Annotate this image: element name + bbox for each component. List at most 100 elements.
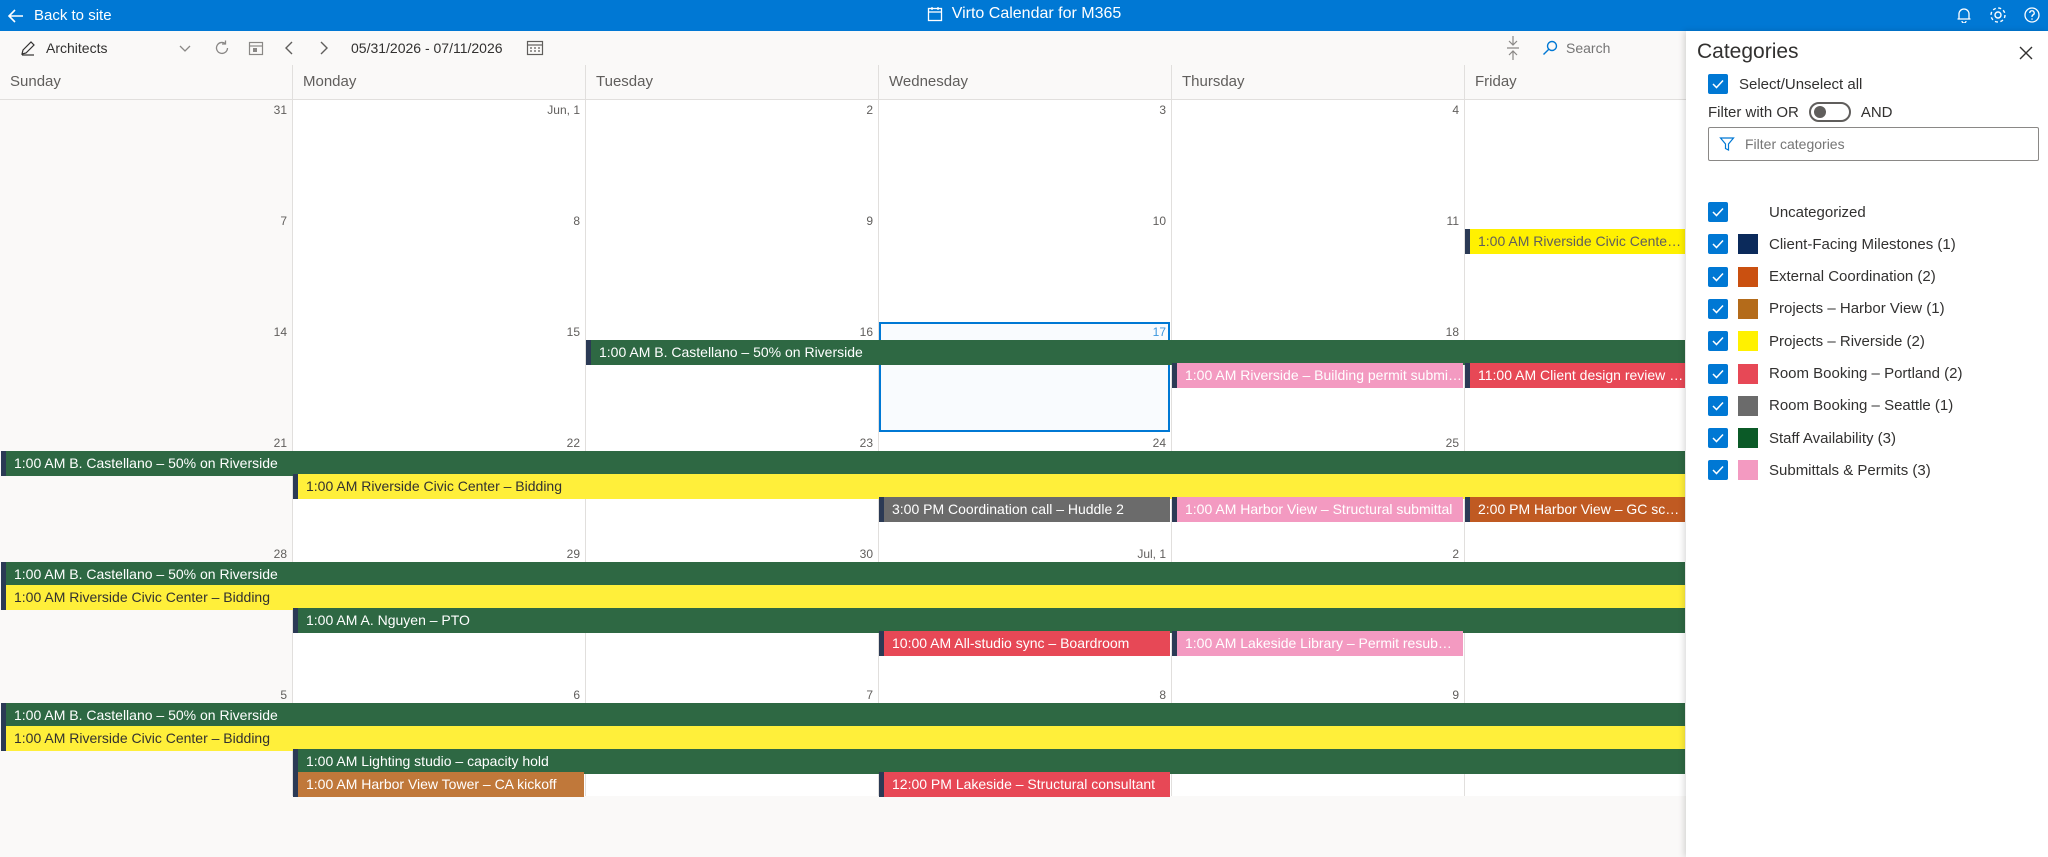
day-cell[interactable] — [1464, 211, 1686, 322]
filter-mode-row: Filter with OR AND — [1708, 102, 1893, 122]
date-picker-icon[interactable] — [526, 31, 544, 65]
select-all-label: Select/Unselect all — [1739, 75, 1863, 93]
day-number: 7 — [280, 214, 287, 228]
day-cell[interactable]: 16 — [585, 322, 878, 433]
search-input[interactable] — [1566, 40, 1686, 56]
day-cell[interactable] — [1464, 100, 1686, 211]
date-range-label: 05/31/2026 - 07/11/2026 — [351, 40, 503, 56]
day-cell[interactable]: 9 — [585, 211, 878, 322]
calendar-event[interactable]: 1:00 AM Lakeside Library – Permit resubm… — [1172, 631, 1463, 656]
panel-title: Categories — [1697, 40, 1799, 63]
category-checkbox[interactable] — [1708, 395, 1728, 416]
calendar-event[interactable]: 1:00 AM Riverside – Building permit subm… — [1172, 363, 1463, 388]
category-checkbox[interactable] — [1708, 202, 1728, 222]
day-number: 7 — [866, 688, 873, 702]
day-number: 16 — [859, 325, 873, 339]
calendar-event[interactable]: 1:00 AM Lighting studio – capacity hold — [293, 749, 1685, 774]
gear-icon[interactable] — [1988, 5, 2008, 25]
category-item[interactable]: Submittals & Permits (3) — [1708, 460, 1931, 481]
select-all-checkbox[interactable] — [1708, 74, 1728, 94]
calendar-event[interactable]: 1:00 AM B. Castellano – 50% on Riverside — [1, 703, 1685, 728]
calendar-event[interactable]: 1:00 AM Harbor View Tower – CA kickoff — [293, 772, 584, 797]
select-all-row[interactable]: Select/Unselect all — [1708, 74, 1862, 94]
refresh-icon[interactable] — [213, 31, 231, 65]
calendar-event[interactable]: 12:00 PM Lakeside – Structural consultan… — [879, 772, 1170, 797]
calendar-event[interactable]: 1:00 AM Riverside Civic Center – Bidding — [1465, 229, 1685, 254]
bell-icon[interactable] — [1954, 5, 1974, 25]
day-number: 11 — [1446, 214, 1459, 228]
category-label: Room Booking – Seattle (1) — [1769, 397, 1954, 415]
category-checkbox[interactable] — [1708, 234, 1728, 255]
collapse-rows-icon[interactable] — [1506, 31, 1520, 65]
day-header-4: Thursday — [1171, 65, 1464, 100]
calendar-event[interactable]: 1:00 AM Riverside Civic Center – Bidding — [293, 474, 1685, 499]
calendar-icon — [927, 7, 942, 22]
week-row: 7 8 9 10 11 — [0, 211, 1686, 322]
day-number: 24 — [1152, 436, 1166, 450]
filter-categories-box[interactable] — [1708, 127, 2039, 161]
day-cell[interactable]: 31 — [0, 100, 292, 211]
calendar-event[interactable]: 1:00 AM B. Castellano – 50% on Riverside — [1, 562, 1685, 587]
category-color-swatch — [1738, 234, 1758, 255]
category-checkbox[interactable] — [1708, 331, 1728, 352]
day-cell[interactable]: 3 — [878, 100, 1171, 211]
day-header-row: Sunday Monday Tuesday Wednesday Thursday Frid… — [0, 65, 1686, 100]
category-label: Staff Availability (3) — [1769, 429, 1897, 447]
category-item[interactable]: Uncategorized — [1708, 202, 1866, 222]
category-item[interactable]: Room Booking – Seattle (1) — [1708, 395, 1954, 416]
category-label: Projects – Riverside (2) — [1769, 332, 1925, 350]
day-cell[interactable]: 21 — [0, 433, 292, 544]
category-checkbox[interactable] — [1708, 460, 1728, 481]
help-icon[interactable] — [2022, 5, 2042, 25]
day-cell[interactable]: 8 — [292, 211, 585, 322]
day-cell[interactable]: 2 — [585, 100, 878, 211]
calendar-event[interactable]: 3:00 PM Coordination call – Huddle 2 — [879, 497, 1170, 522]
category-checkbox[interactable] — [1708, 363, 1728, 384]
day-number: 21 — [273, 436, 287, 450]
view-selector[interactable]: Architects — [20, 31, 107, 65]
category-item[interactable]: Projects – Harbor View (1) — [1708, 298, 1945, 319]
category-checkbox[interactable] — [1708, 428, 1728, 449]
app-title: Virto Calendar for M365 — [0, 5, 2048, 23]
day-number: 18 — [1445, 325, 1459, 339]
category-item[interactable]: Staff Availability (3) — [1708, 428, 1897, 449]
category-item[interactable]: Client-Facing Milestones (1) — [1708, 234, 1956, 255]
search-box[interactable] — [1542, 31, 1686, 65]
calendar-event[interactable]: 10:00 AM All-studio sync – Boardroom — [879, 631, 1170, 656]
category-color-swatch — [1738, 331, 1758, 352]
calendar-event[interactable]: 1:00 AM Riverside Civic Center – Bidding — [1, 726, 1685, 751]
category-item[interactable]: External Coordination (2) — [1708, 266, 1936, 287]
category-checkbox[interactable] — [1708, 266, 1728, 287]
day-number: 4 — [1452, 103, 1459, 117]
day-number: 30 — [859, 547, 873, 561]
calendar-event[interactable]: 1:00 AM A. Nguyen – PTO — [293, 608, 1685, 633]
day-cell[interactable]: 7 — [0, 211, 292, 322]
filter-mode-toggle[interactable] — [1808, 102, 1851, 122]
calendar-event[interactable]: 1:00 AM Riverside Civic Center – Bidding — [1, 585, 1685, 610]
day-cell[interactable]: 4 — [1171, 100, 1464, 211]
day-number: 8 — [573, 214, 580, 228]
category-item[interactable]: Room Booking – Portland (2) — [1708, 363, 1962, 384]
day-number: 8 — [1159, 688, 1166, 702]
filter-icon — [1719, 137, 1735, 151]
calendar-event[interactable]: 2:00 PM Harbor View – GC schedule — [1465, 497, 1685, 522]
view-dropdown-chevron-icon[interactable] — [178, 31, 192, 65]
filter-categories-input[interactable] — [1745, 136, 2025, 152]
day-cell[interactable]: Jun, 1 — [292, 100, 585, 211]
day-cell[interactable]: 10 — [878, 211, 1171, 322]
day-cell[interactable]: 15 — [292, 322, 585, 433]
category-item[interactable]: Projects – Riverside (2) — [1708, 331, 1925, 352]
day-cell[interactable]: 11 — [1171, 211, 1464, 322]
day-cell[interactable]: 14 — [0, 322, 292, 433]
today-icon[interactable] — [248, 31, 264, 65]
calendar-event[interactable]: 1:00 AM B. Castellano – 50% on Riverside — [1, 451, 1685, 476]
category-checkbox[interactable] — [1708, 298, 1728, 319]
next-period-icon[interactable] — [319, 31, 329, 65]
calendar-event[interactable]: 11:00 AM Client design review – Riversid… — [1465, 363, 1685, 388]
calendar-event[interactable]: 1:00 AM B. Castellano – 50% on Riverside — [586, 340, 1685, 365]
close-icon[interactable] — [2014, 41, 2038, 65]
day-header-1: Monday — [292, 65, 585, 100]
previous-period-icon[interactable] — [284, 31, 294, 65]
categories-panel: Categories Select/Unselect all Filter wi… — [1686, 31, 2048, 857]
calendar-event[interactable]: 1:00 AM Harbor View – Structural submitt… — [1172, 497, 1463, 522]
